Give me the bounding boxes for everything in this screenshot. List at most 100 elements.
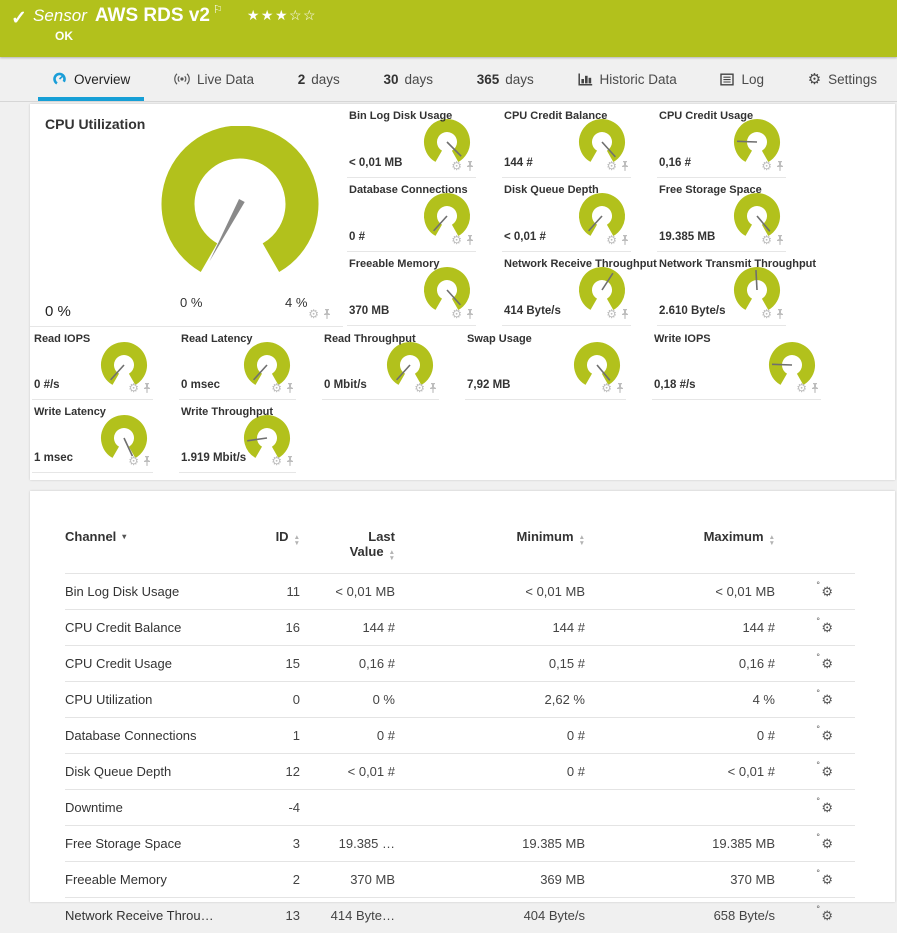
gauge-pin-icon[interactable] <box>143 383 151 393</box>
gauge-pin-icon[interactable] <box>466 161 474 171</box>
gauge-label: Network Receive Throughput <box>504 258 657 270</box>
flag-icon[interactable]: ⚐ <box>213 3 223 16</box>
column-header-last-value[interactable]: Last Value▲▼ <box>300 527 395 574</box>
cell-minimum: 19.385 MB <box>395 826 585 862</box>
cell-id: 12 <box>245 754 300 790</box>
gauge-settings-icon[interactable]: ⚙ <box>606 234 617 246</box>
gauge-pin-icon[interactable] <box>621 235 629 245</box>
column-header-actions <box>775 527 855 574</box>
gauge-settings-icon[interactable]: ⚙ <box>796 382 807 394</box>
gauge-pin-icon[interactable] <box>811 383 819 393</box>
table-row-bin-log-disk-usage[interactable]: Bin Log Disk Usage 11 < 0,01 MB < 0,01 M… <box>65 574 855 610</box>
gauge-settings-icon[interactable]: ⚙ <box>308 308 319 320</box>
gauge-pin-icon[interactable] <box>286 456 294 466</box>
gauge-pin-icon[interactable] <box>466 309 474 319</box>
primary-gauge <box>150 126 330 291</box>
channel-settings-icon[interactable]: ⚙ <box>821 656 833 671</box>
primary-gauge-scale-min: 0 % <box>180 295 202 310</box>
sort-icon: ▲▼ <box>579 535 585 546</box>
table-row-downtime[interactable]: Downtime -4 ⚙ <box>65 790 855 826</box>
cell-channel: CPU Utilization <box>65 682 245 718</box>
gauge-label: CPU Credit Balance <box>504 110 607 122</box>
column-header-channel[interactable]: Channel▾ <box>65 527 245 574</box>
column-header-id[interactable]: ID▲▼ <box>245 527 300 574</box>
cell-channel: Bin Log Disk Usage <box>65 574 245 610</box>
gauge-pin-icon[interactable] <box>323 309 331 319</box>
sensor-title: AWS RDS v2 <box>95 5 210 27</box>
tab-365-days[interactable]: 365 days <box>467 57 544 101</box>
channel-settings-icon[interactable]: ⚙ <box>821 692 833 707</box>
channel-settings-icon[interactable]: ⚙ <box>821 872 833 887</box>
gauge-pin-icon[interactable] <box>776 309 784 319</box>
tab-label: Historic Data <box>600 72 677 87</box>
gauge-pin-icon[interactable] <box>776 235 784 245</box>
rating-stars[interactable]: ★★★☆☆ <box>247 7 317 24</box>
gauge-settings-icon[interactable]: ⚙ <box>271 382 282 394</box>
tab-label: days <box>405 72 434 87</box>
table-row-freeable-memory[interactable]: Freeable Memory 2 370 MB 369 MB 370 MB ⚙ <box>65 862 855 898</box>
cell-last-value: 370 MB <box>300 862 395 898</box>
gauge-settings-icon[interactable]: ⚙ <box>128 455 139 467</box>
tab-historic-data[interactable]: Historic Data <box>568 57 687 101</box>
cell-maximum: 4 % <box>585 682 775 718</box>
channel-table: Channel▾ ID▲▼ Last Value▲▼ Minimum▲▼ Max… <box>65 527 855 933</box>
channel-settings-icon[interactable]: ⚙ <box>821 764 833 779</box>
channel-settings-icon[interactable]: ⚙ <box>821 836 833 851</box>
gauge-settings-icon[interactable]: ⚙ <box>606 160 617 172</box>
gauge-settings-icon[interactable]: ⚙ <box>128 382 139 394</box>
gauge-pin-icon[interactable] <box>429 383 437 393</box>
cell-maximum: 370 MB <box>585 862 775 898</box>
channel-settings-icon[interactable]: ⚙ <box>821 908 833 923</box>
gauge-label: Swap Usage <box>467 333 532 345</box>
tab-2-days[interactable]: 2 days <box>288 57 350 101</box>
channel-settings-icon[interactable]: ⚙ <box>821 620 833 635</box>
gauge-settings-icon[interactable]: ⚙ <box>451 160 462 172</box>
gauge-settings-icon[interactable]: ⚙ <box>451 234 462 246</box>
table-row-cpu-utilization[interactable]: CPU Utilization 0 0 % 2,62 % 4 % ⚙ <box>65 682 855 718</box>
tab-live-data[interactable]: Live Data <box>164 57 264 101</box>
tab-log[interactable]: Log <box>710 57 774 101</box>
gauge-database-connections: Database Connections 0 # ⚙ <box>345 178 500 252</box>
gauge-value: 1.919 Mbit/s <box>181 452 246 464</box>
table-row-database-connections[interactable]: Database Connections 1 0 # 0 # 0 # ⚙ <box>65 718 855 754</box>
gauge-pin-icon[interactable] <box>286 383 294 393</box>
gauge-value: 1 msec <box>34 452 73 464</box>
gauge-label: Read Latency <box>181 333 253 345</box>
tab-overview[interactable]: Overview <box>42 57 140 101</box>
gauge-settings-icon[interactable]: ⚙ <box>761 160 772 172</box>
gauge-settings-icon[interactable]: ⚙ <box>601 382 612 394</box>
column-header-minimum[interactable]: Minimum▲▼ <box>395 527 585 574</box>
gauge-write-latency: Write Latency 1 msec ⚙ <box>30 400 177 473</box>
gauge-pin-icon[interactable] <box>616 383 624 393</box>
tab-settings[interactable]: ⚙ Settings <box>798 57 887 101</box>
table-row-disk-queue-depth[interactable]: Disk Queue Depth 12 < 0,01 # 0 # < 0,01 … <box>65 754 855 790</box>
gauge-pin-icon[interactable] <box>621 161 629 171</box>
gauge-pin-icon[interactable] <box>621 309 629 319</box>
table-row-free-storage-space[interactable]: Free Storage Space 3 19.385 … 19.385 MB … <box>65 826 855 862</box>
gauge-pin-icon[interactable] <box>466 235 474 245</box>
cell-id: 2 <box>245 862 300 898</box>
column-header-maximum[interactable]: Maximum▲▼ <box>585 527 775 574</box>
channel-settings-icon[interactable]: ⚙ <box>821 728 833 743</box>
gauge-settings-icon[interactable]: ⚙ <box>761 308 772 320</box>
gauge-settings-icon[interactable]: ⚙ <box>451 308 462 320</box>
gauge-settings-icon[interactable]: ⚙ <box>606 308 617 320</box>
table-row-network-receive-throu[interactable]: Network Receive Throu… 13 414 Byte… 404 … <box>65 898 855 933</box>
gauge-pin-icon[interactable] <box>143 456 151 466</box>
channels-panel: Channel▾ ID▲▼ Last Value▲▼ Minimum▲▼ Max… <box>30 491 895 902</box>
cell-id: 3 <box>245 826 300 862</box>
gauge-settings-icon[interactable]: ⚙ <box>761 234 772 246</box>
channel-settings-icon[interactable]: ⚙ <box>821 584 833 599</box>
gauge-label: Write Latency <box>34 406 106 418</box>
cell-id: 1 <box>245 718 300 754</box>
table-row-cpu-credit-usage[interactable]: CPU Credit Usage 15 0,16 # 0,15 # 0,16 #… <box>65 646 855 682</box>
tab-30-days[interactable]: 30 days <box>373 57 443 101</box>
gauge-settings-icon[interactable]: ⚙ <box>271 455 282 467</box>
table-row-cpu-credit-balance[interactable]: CPU Credit Balance 16 144 # 144 # 144 # … <box>65 610 855 646</box>
cell-last-value: < 0,01 # <box>300 754 395 790</box>
gauge-pin-icon[interactable] <box>776 161 784 171</box>
sensor-header: ✓ Sensor AWS RDS v2 ⚐ ★★★☆☆ OK <box>0 0 897 57</box>
gauge-settings-icon[interactable]: ⚙ <box>414 382 425 394</box>
channel-settings-icon[interactable]: ⚙ <box>821 800 833 815</box>
cell-id: -4 <box>245 790 300 826</box>
